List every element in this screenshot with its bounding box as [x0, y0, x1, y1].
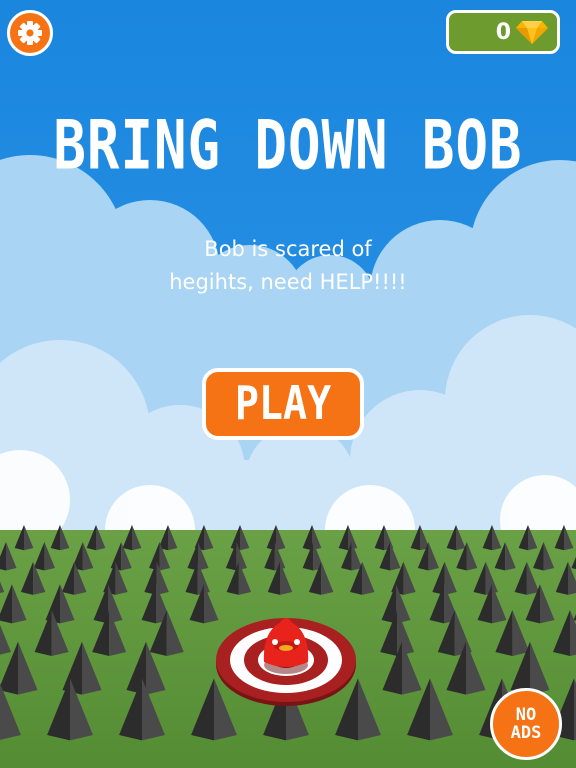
no-ads-label-line1: NO [515, 705, 537, 725]
gem-count: 0 [495, 19, 511, 45]
gem-icon [516, 21, 548, 44]
subtitle-line: Bob is scared of [204, 237, 372, 261]
game-subtitle: Bob is scared of hegihts, need HELP!!!! [150, 233, 426, 299]
subtitle-line: hegihts, need HELP!!!! [169, 270, 407, 294]
no-ads-button[interactable]: NO ADS [490, 688, 562, 760]
settings-button[interactable] [7, 10, 53, 56]
play-button[interactable]: PLAY [202, 368, 364, 440]
no-ads-label-line2: ADS [510, 723, 542, 743]
gear-icon [18, 21, 42, 45]
gem-counter: 0 [446, 10, 560, 54]
game-title: BRING DOWN BOB [53, 106, 523, 185]
play-label: PLAY [234, 377, 332, 431]
